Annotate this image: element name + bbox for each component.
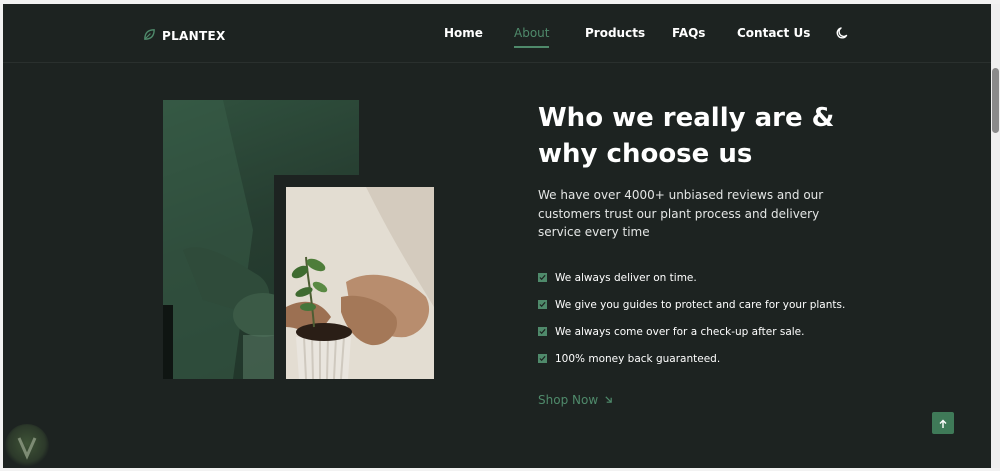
feature-item: We always deliver on time. [538, 264, 845, 291]
shop-now-label: Shop Now [538, 393, 599, 407]
check-icon [538, 354, 547, 363]
watermark-logo [5, 424, 49, 468]
section-title: Who we really are & why choose us [538, 100, 858, 172]
nav-about[interactable]: About [514, 26, 550, 48]
leaf-icon [143, 26, 156, 45]
feature-text: 100% money back guaranteed. [555, 352, 721, 365]
feature-text: We always come over for a check-up after… [555, 325, 805, 338]
moon-icon[interactable] [836, 25, 850, 44]
feature-item: We always come over for a check-up after… [538, 318, 845, 345]
feature-text: We give you guides to protect and care f… [555, 298, 846, 311]
check-icon [538, 273, 547, 282]
feature-item: We give you guides to protect and care f… [538, 291, 845, 318]
scrollbar-thumb[interactable] [992, 68, 999, 133]
nav-contact[interactable]: Contact Us [737, 26, 810, 40]
arrow-up-icon [938, 414, 948, 433]
site-header: PLANTEX Home About Products FAQs Contact… [3, 4, 991, 63]
back-to-top-button[interactable] [932, 412, 954, 434]
brand-logo[interactable]: PLANTEX [143, 26, 226, 45]
page: PLANTEX Home About Products FAQs Contact… [3, 4, 991, 468]
brand-name: PLANTEX [162, 28, 226, 43]
check-icon [538, 300, 547, 309]
shop-now-link[interactable]: Shop Now [538, 393, 613, 407]
section-description: We have over 4000+ unbiased reviews and … [538, 188, 824, 239]
section-title-line-1: Who we really are & [538, 103, 835, 133]
nav-products[interactable]: Products [585, 26, 645, 40]
section-title-line-2: why choose us [538, 139, 753, 169]
nav-faqs[interactable]: FAQs [672, 26, 705, 40]
feature-item: 100% money back guaranteed. [538, 345, 845, 372]
nav-about-label: About [514, 26, 550, 40]
active-nav-indicator [514, 46, 550, 48]
feature-text: We always deliver on time. [555, 271, 697, 284]
vertical-scrollbar[interactable] [991, 4, 1000, 468]
feature-list: We always deliver on time. We give you g… [538, 264, 845, 372]
nav-home[interactable]: Home [444, 26, 483, 40]
arrow-down-right-icon [604, 393, 613, 407]
check-icon [538, 327, 547, 336]
seedling-in-pot-image [286, 187, 434, 379]
